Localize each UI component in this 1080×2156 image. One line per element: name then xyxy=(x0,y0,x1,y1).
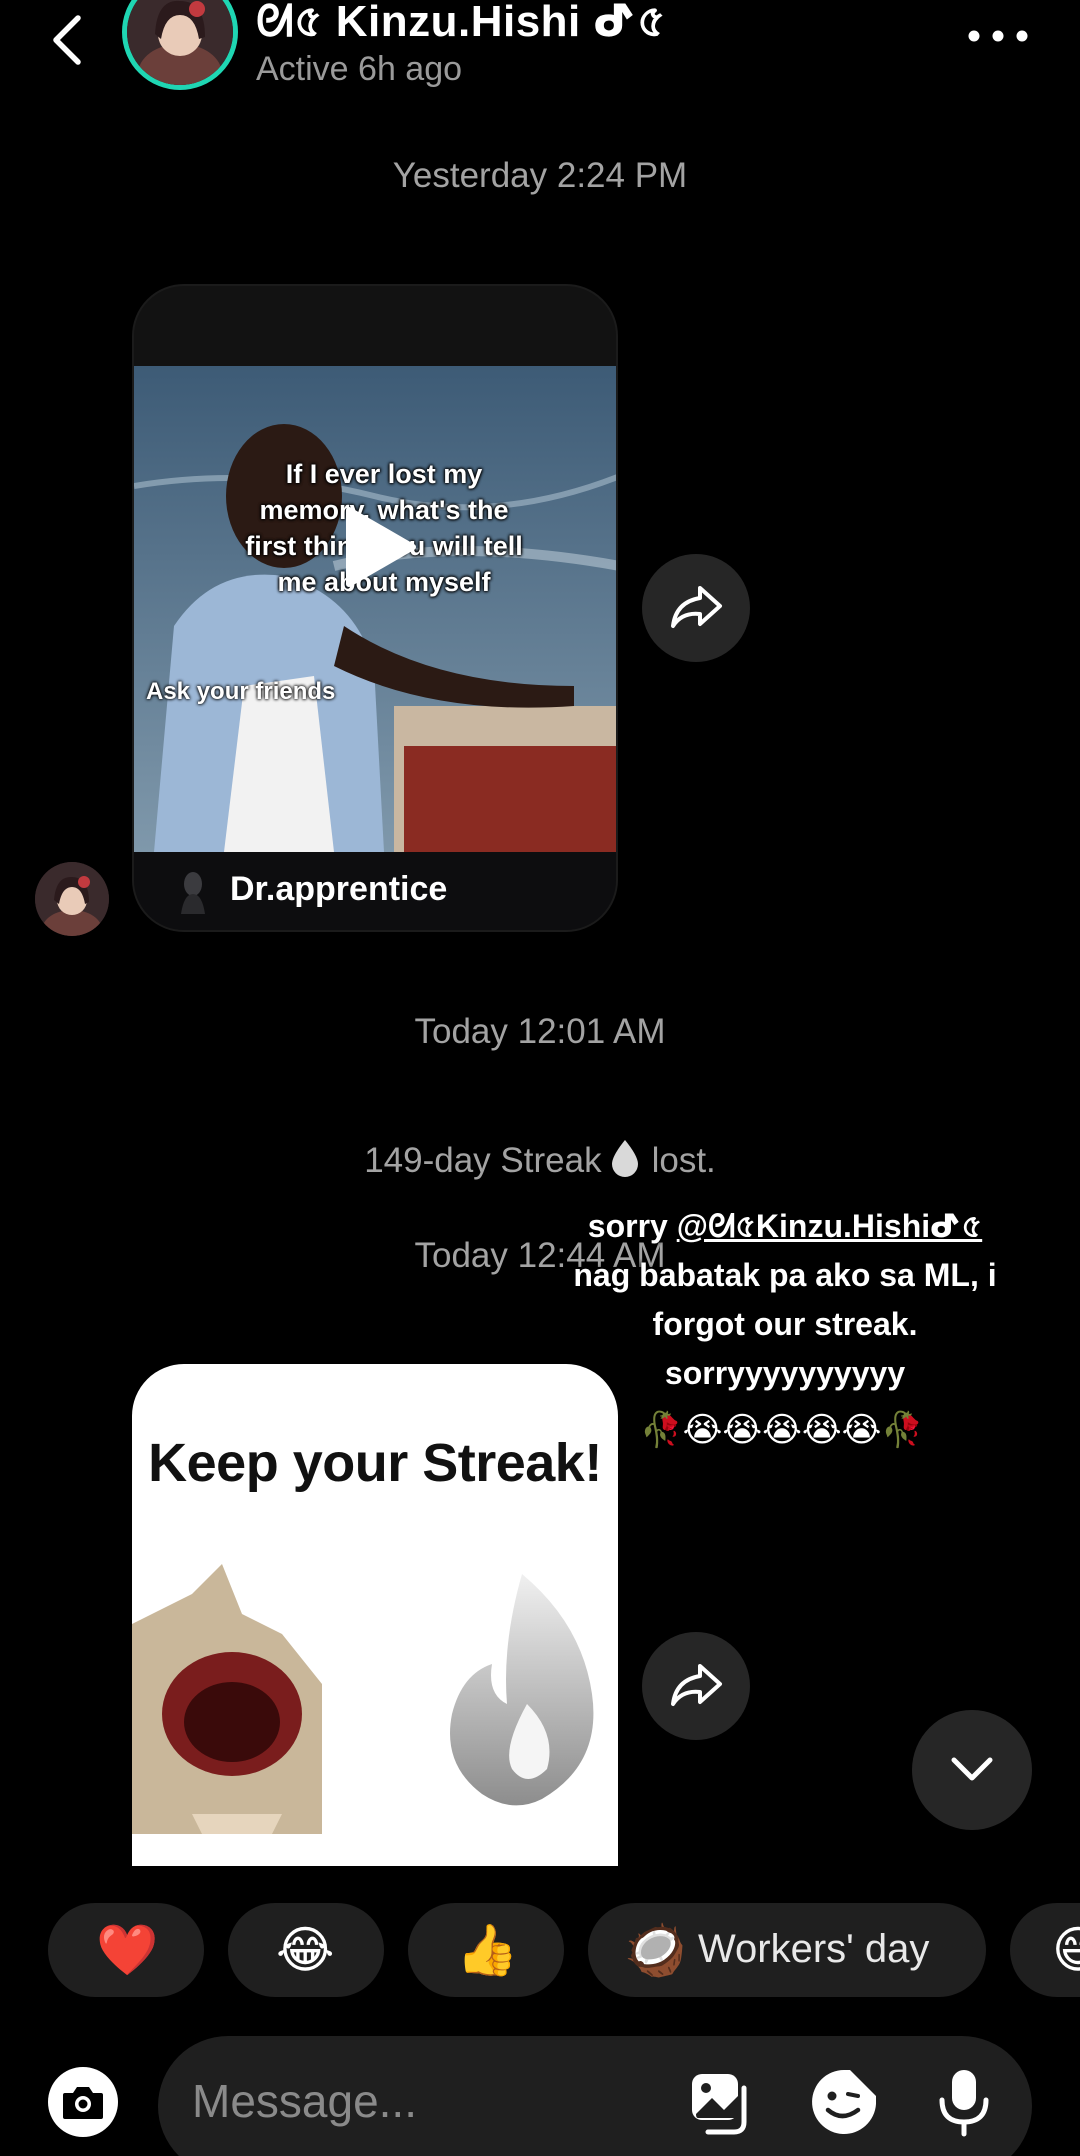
heart-emoji: ❤️ xyxy=(96,1922,159,1978)
scroll-down-button[interactable] xyxy=(912,1710,1032,1830)
cat-image xyxy=(132,1564,322,1834)
quick-reaction-laugh[interactable]: 😂 xyxy=(228,1903,384,1997)
sticker-icon[interactable] xyxy=(808,2066,880,2138)
avatar[interactable] xyxy=(122,0,238,90)
coconut-emoji: 🥥 xyxy=(624,1922,687,1978)
camera-button[interactable] xyxy=(48,2067,118,2137)
author-avatar-icon xyxy=(181,872,205,914)
caption-body: nag babatak pa ako sa ML, i forgot our s… xyxy=(573,1257,997,1391)
message-composer xyxy=(158,2036,1032,2156)
quick-reaction-heart[interactable]: ❤️ xyxy=(48,1903,204,1997)
back-icon[interactable] xyxy=(40,10,100,70)
play-icon[interactable] xyxy=(339,504,419,590)
chevron-down-icon xyxy=(951,1757,993,1781)
camera-icon xyxy=(63,2087,103,2119)
message-input[interactable] xyxy=(192,2066,672,2136)
gallery-icon[interactable] xyxy=(686,2066,758,2138)
sticker-title: Keep your Streak! xyxy=(148,1433,602,1493)
video-author[interactable]: Dr.apprentice xyxy=(230,870,447,909)
quick-reaction-thumbs-up[interactable]: 👍 xyxy=(408,1903,564,1997)
quick-reaction-more[interactable]: 😄 xyxy=(1010,1903,1080,1997)
streak-sticker-card[interactable]: Keep your Streak! xyxy=(132,1364,618,1866)
streak-suffix: lost. xyxy=(651,1141,716,1180)
video-subcaption: Ask your friends xyxy=(146,678,336,705)
streak-notice: 149-day Streak lost. xyxy=(0,1138,1080,1181)
drop-icon xyxy=(611,1140,638,1177)
more-icon[interactable] xyxy=(962,20,1034,52)
shared-video-card[interactable]: If I ever lost my memory, what's the fir… xyxy=(132,284,618,932)
video-footer: Dr.apprentice xyxy=(134,852,616,930)
timestamp: Today 12:01 AM xyxy=(414,1012,666,1051)
laugh-emoji: 😂 xyxy=(276,1922,335,1978)
share-icon xyxy=(671,586,722,628)
video-thumbnail[interactable] xyxy=(134,366,616,852)
streak-text: 149-day Streak xyxy=(364,1141,602,1180)
thumbs-up-emoji: 👍 xyxy=(456,1922,519,1978)
caption-mention[interactable]: @ᘛ৫Kinzu.Hishiᕷ৫ xyxy=(677,1208,982,1244)
microphone-icon[interactable] xyxy=(928,2066,1000,2138)
caption-prefix: sorry xyxy=(587,1208,677,1244)
smile-emoji: 😄 xyxy=(1052,1922,1080,1978)
quick-reaction-workers-day[interactable]: 🥥 Workers' day xyxy=(588,1903,986,1997)
caption-emojis: 🥀😭😭😭😭😭🥀 xyxy=(640,1411,924,1449)
workers-day-label: Workers' day xyxy=(698,1927,930,1971)
share-icon xyxy=(671,1664,722,1706)
overlay-caption: sorry @ᘛ৫Kinzu.Hishiᕷ৫ nag babatak pa ak… xyxy=(560,1202,1010,1398)
active-status: Active 6h ago xyxy=(256,50,463,88)
timestamp: Yesterday 2:24 PM xyxy=(392,156,688,195)
fire-image xyxy=(450,1574,594,1806)
sender-avatar[interactable] xyxy=(35,862,109,936)
share-button[interactable] xyxy=(642,554,750,662)
share-button[interactable] xyxy=(642,1632,750,1740)
